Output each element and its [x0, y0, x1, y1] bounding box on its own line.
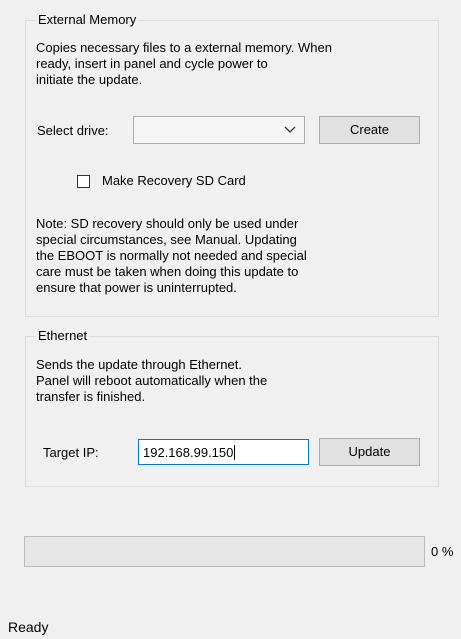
description-line: ready, insert in panel and cycle power t…: [36, 56, 268, 71]
description-line: Copies necessary files to a external mem…: [36, 40, 332, 55]
recovery-sd-label[interactable]: Make Recovery SD Card: [102, 173, 246, 189]
update-progress-bar: [24, 536, 425, 567]
update-dialog: External Memory Copies necessary files t…: [0, 0, 461, 639]
recovery-note: Note: SD recovery should only be used un…: [36, 216, 307, 296]
status-bar: Ready: [0, 615, 461, 639]
external-memory-title: External Memory: [36, 12, 139, 28]
status-text: Ready: [8, 619, 49, 635]
note-line: ensure that power is uninterrupted.: [36, 280, 237, 295]
target-ip-label: Target IP:: [43, 445, 99, 460]
target-ip-input[interactable]: 192.168.99.150: [138, 439, 309, 465]
select-drive-combo[interactable]: [133, 116, 305, 144]
select-drive-label: Select drive:: [37, 123, 109, 138]
note-line: Note: SD recovery should only be used un…: [36, 216, 299, 231]
update-button[interactable]: Update: [319, 438, 420, 466]
description-line: Sends the update through Ethernet.: [36, 357, 242, 372]
note-line: the EBOOT is normally not needed and spe…: [36, 248, 307, 263]
note-line: special circumstances, see Manual. Updat…: [36, 232, 297, 247]
create-button[interactable]: Create: [319, 116, 420, 144]
chevron-down-icon: [284, 126, 296, 133]
ethernet-title: Ethernet: [36, 328, 90, 344]
text-caret: [234, 445, 236, 460]
recovery-sd-checkbox[interactable]: [77, 175, 90, 188]
description-line: initiate the update.: [36, 72, 143, 87]
note-line: care must be taken when doing this updat…: [36, 264, 299, 279]
description-line: transfer is finished.: [36, 389, 146, 404]
external-memory-description: Copies necessary files to a external mem…: [36, 40, 332, 88]
target-ip-value: 192.168.99.150: [143, 445, 236, 460]
description-line: Panel will reboot automatically when the: [36, 373, 268, 388]
ethernet-description: Sends the update through Ethernet. Panel…: [36, 357, 267, 405]
progress-percent-label: 0 %: [431, 544, 454, 559]
